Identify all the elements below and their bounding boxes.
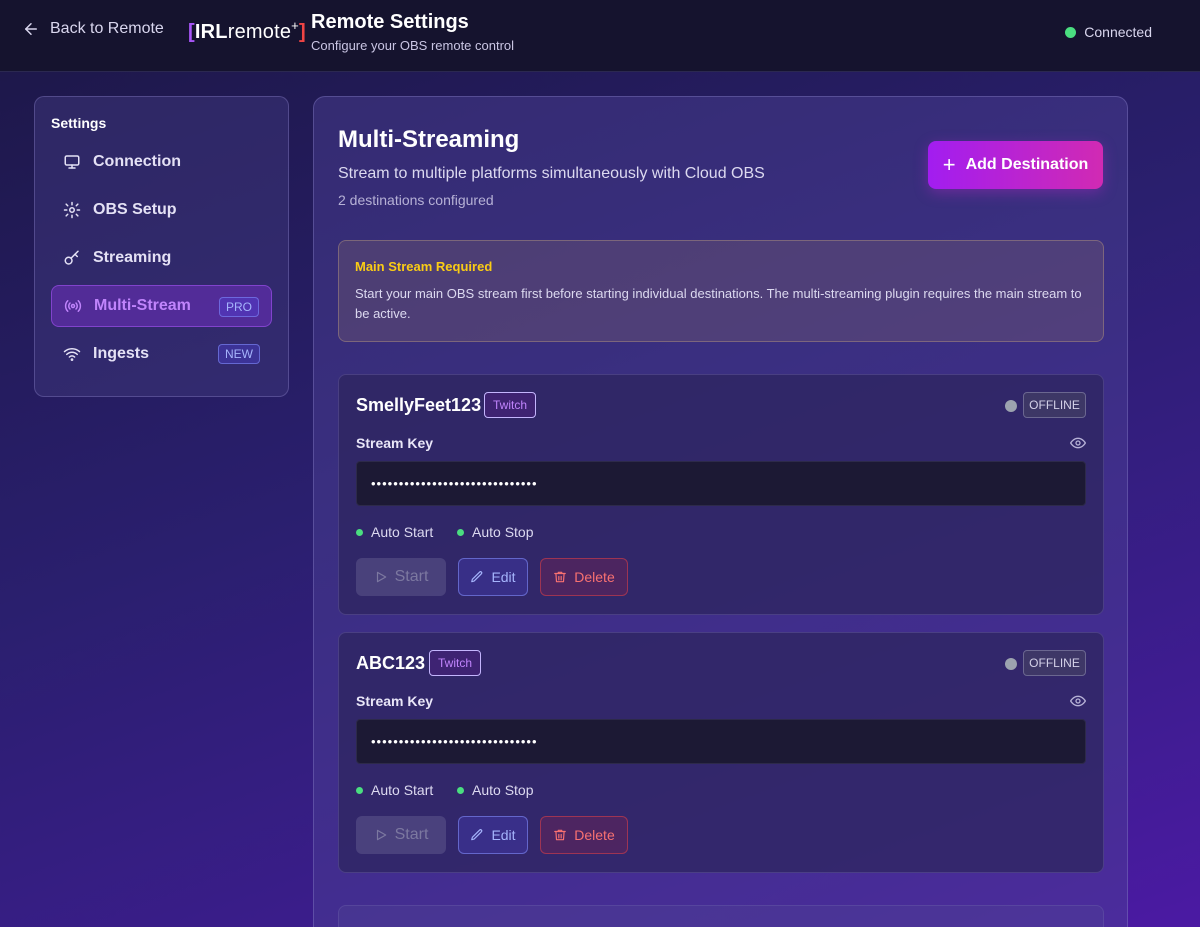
destination-name: ABC123 <box>356 653 426 673</box>
auto-stop-indicator: Auto Stop <box>457 524 534 540</box>
back-to-remote-link[interactable]: Back to Remote <box>22 20 164 38</box>
green-dot <box>356 528 363 536</box>
arrow-left-icon <box>25 23 37 35</box>
monitor-icon <box>64 155 80 169</box>
auto-stop-indicator: Auto Stop <box>457 782 534 798</box>
auto-start-indicator: Auto Start <box>356 782 433 798</box>
add-destination-label: Add Destination <box>965 156 1089 173</box>
pencil-icon <box>471 571 483 583</box>
top-bar: Back to Remote [IRL remote +] Remote Setti… <box>0 0 1200 72</box>
trash-icon <box>554 571 567 583</box>
platform-badge: Twitch <box>429 650 482 676</box>
pencil-icon <box>471 829 483 841</box>
stream-key-label: Stream Key <box>356 435 434 451</box>
section-title: Multi-Streaming <box>338 126 520 153</box>
edit-button[interactable]: Edit <box>458 558 528 596</box>
app-logo: [IRL remote +] <box>188 18 306 43</box>
delete-button[interactable]: Delete <box>540 816 628 854</box>
status-dot <box>1065 26 1077 38</box>
eye-icon[interactable] <box>1070 693 1086 709</box>
status-dot <box>1005 400 1017 412</box>
sidebar-item-label: Multi-Stream <box>94 297 191 314</box>
gear-icon <box>63 201 81 219</box>
warning-title: Main Stream Required <box>355 259 493 274</box>
main-stream-warning: Main Stream Required Start your main OBS… <box>338 240 1104 342</box>
status-label: Connected <box>1084 24 1152 40</box>
destination-card: SmellyFeet123 Twitch OFFLINE Stream Key … <box>338 374 1104 615</box>
green-dot <box>457 528 464 536</box>
connection-status: Connected <box>1065 24 1152 40</box>
plus-icon: + <box>942 152 956 177</box>
stream-key-field[interactable]: •••••••••••••••••••••••••••••• <box>356 719 1086 764</box>
stream-key-field[interactable]: •••••••••••••••••••••••••••••• <box>356 461 1086 506</box>
pro-badge: PRO <box>218 297 259 317</box>
wifi-icon <box>63 347 81 361</box>
status-badge: OFFLINE <box>1023 650 1086 676</box>
sidebar-item-label: Streaming <box>93 249 172 266</box>
settings-sidebar: Settings Connection OBS Setup Streaming … <box>34 96 289 397</box>
page-subtitle: Configure your OBS remote control <box>311 38 515 53</box>
sidebar-item-multi-stream[interactable]: Multi-Stream PRO <box>51 285 272 327</box>
stream-key-label: Stream Key <box>356 693 434 709</box>
sidebar-item-connection[interactable]: Connection <box>51 141 272 183</box>
eye-icon[interactable] <box>1070 435 1086 451</box>
delete-button[interactable]: Delete <box>540 558 628 596</box>
section-subtitle: Stream to multiple platforms simultaneou… <box>338 165 765 182</box>
platform-badge: Twitch <box>484 392 537 418</box>
status-badge: OFFLINE <box>1023 392 1086 418</box>
sidebar-item-ingests[interactable]: Ingests NEW <box>51 333 272 375</box>
next-section-card <box>338 905 1104 927</box>
broadcast-icon <box>64 300 82 312</box>
status-dot <box>1005 658 1017 670</box>
back-label: Back to Remote <box>50 20 164 37</box>
sidebar-item-label: Ingests <box>93 345 150 362</box>
sidebar-item-obs-setup[interactable]: OBS Setup <box>51 189 272 231</box>
green-dot <box>457 786 464 794</box>
add-destination-button[interactable]: + Add Destination <box>928 141 1103 189</box>
auto-start-indicator: Auto Start <box>356 524 433 540</box>
destination-card: ABC123 Twitch OFFLINE Stream Key •••••••… <box>338 632 1104 873</box>
key-icon <box>64 250 79 265</box>
new-badge: NEW <box>218 344 260 364</box>
destination-name: SmellyFeet123 <box>356 395 482 415</box>
green-dot <box>356 786 363 794</box>
start-button[interactable]: Start <box>356 558 446 596</box>
page-header: Remote Settings Configure your OBS remot… <box>311 11 514 53</box>
warning-body: Start your main OBS stream first before … <box>355 286 1082 321</box>
start-button[interactable]: Start <box>356 816 446 854</box>
destination-count: 2 destinations configured <box>338 192 494 208</box>
sidebar-item-streaming[interactable]: Streaming <box>51 237 272 279</box>
play-icon <box>376 571 386 583</box>
trash-icon <box>554 829 567 841</box>
edit-button[interactable]: Edit <box>458 816 528 854</box>
multi-streaming-panel: Multi-Streaming Stream to multiple platf… <box>313 96 1128 927</box>
sidebar-item-label: OBS Setup <box>93 201 177 218</box>
sidebar-item-label: Connection <box>93 153 181 170</box>
sidebar-heading: Settings <box>51 115 107 131</box>
page-title: Remote Settings <box>311 11 469 33</box>
play-icon <box>376 829 386 841</box>
